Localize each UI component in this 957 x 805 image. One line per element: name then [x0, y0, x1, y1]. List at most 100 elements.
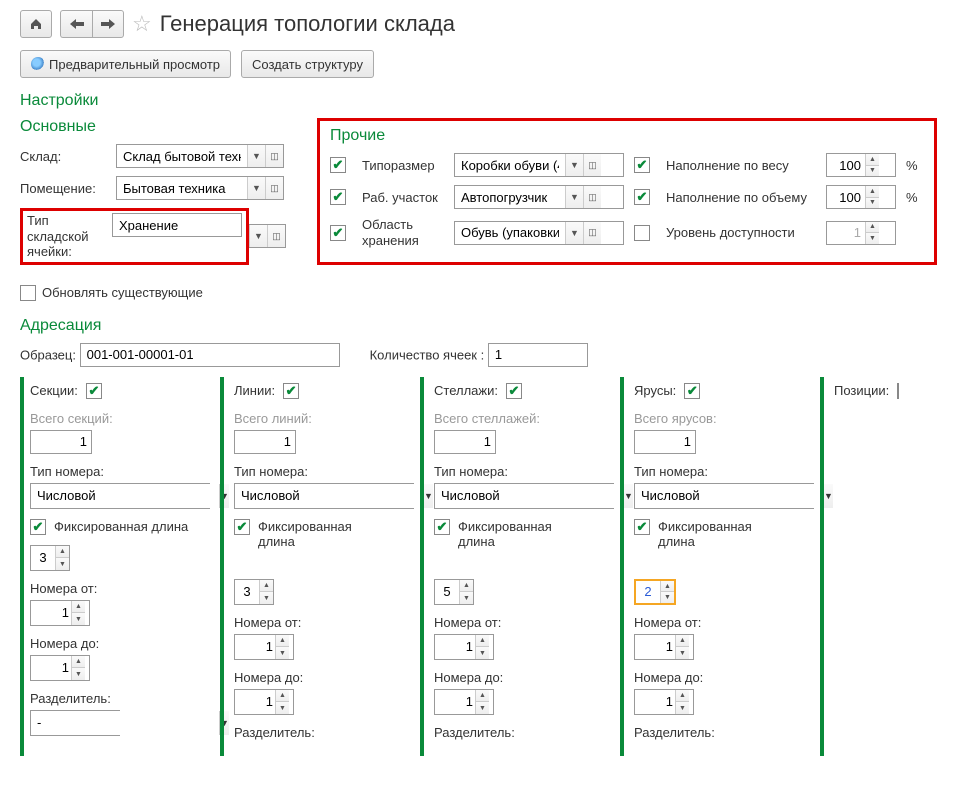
favorite-star-icon[interactable]: ☆	[132, 11, 152, 37]
spin-up-icon[interactable]: ▲	[661, 581, 674, 593]
levels-fixed-checkbox[interactable]	[634, 519, 650, 535]
lines-from-spin[interactable]: ▲▼	[234, 634, 294, 660]
fill-weight-value[interactable]	[827, 154, 865, 176]
spin-up-icon[interactable]: ▲	[276, 690, 289, 703]
zone-value[interactable]	[455, 222, 565, 244]
levels-numtype-select[interactable]: ▼	[634, 483, 814, 509]
area-value[interactable]	[455, 186, 565, 208]
size-open-icon[interactable]: ◫	[583, 154, 601, 176]
levels-checkbox[interactable]	[684, 383, 700, 399]
celltype-value[interactable]	[113, 214, 223, 236]
spin-up-icon[interactable]: ▲	[72, 656, 85, 669]
spin-down-icon[interactable]: ▼	[661, 592, 674, 603]
racks-checkbox[interactable]	[506, 383, 522, 399]
spin-up-icon[interactable]: ▲	[866, 186, 879, 198]
levels-fixed-len-spin[interactable]: ▲▼	[634, 579, 676, 605]
spin-down-icon[interactable]: ▼	[72, 668, 85, 680]
access-value[interactable]	[827, 222, 865, 244]
fill-volume-value[interactable]	[827, 186, 865, 208]
size-value[interactable]	[455, 154, 565, 176]
lines-fixed-len-spin[interactable]: ▲▼	[234, 579, 274, 605]
lines-fixed-checkbox[interactable]	[234, 519, 250, 535]
size-dropdown-icon[interactable]: ▼	[565, 154, 583, 176]
sample-input[interactable]	[80, 343, 340, 367]
racks-from-spin[interactable]: ▲▼	[434, 634, 494, 660]
spin-down-icon[interactable]: ▼	[476, 702, 489, 714]
spin-up-icon[interactable]: ▲	[56, 546, 69, 559]
area-open-icon[interactable]: ◫	[583, 186, 601, 208]
racks-total-input[interactable]	[434, 430, 496, 454]
fill-volume-checkbox[interactable]	[634, 189, 650, 205]
lines-total-input[interactable]	[234, 430, 296, 454]
area-input[interactable]: ▼◫	[454, 185, 624, 209]
spin-down-icon[interactable]: ▼	[866, 233, 879, 244]
area-dropdown-icon[interactable]: ▼	[565, 186, 583, 208]
spin-up-icon[interactable]: ▲	[276, 635, 289, 648]
zone-checkbox[interactable]	[330, 225, 346, 241]
fill-weight-spin[interactable]: ▲▼	[826, 153, 896, 177]
room-dropdown-icon[interactable]: ▼	[247, 177, 265, 199]
warehouse-value[interactable]	[117, 145, 247, 167]
sections-fixed-checkbox[interactable]	[30, 519, 46, 535]
spin-down-icon[interactable]: ▼	[676, 702, 689, 714]
sections-to-spin[interactable]: ▲▼	[30, 655, 90, 681]
sections-from-spin[interactable]: ▲▼	[30, 600, 90, 626]
back-button[interactable]	[60, 10, 92, 38]
fill-weight-checkbox[interactable]	[634, 157, 650, 173]
spin-up-icon[interactable]: ▲	[260, 580, 273, 593]
count-input[interactable]	[488, 343, 588, 367]
forward-button[interactable]	[92, 10, 124, 38]
spin-down-icon[interactable]: ▼	[276, 647, 289, 659]
size-checkbox[interactable]	[330, 157, 346, 173]
warehouse-dropdown-icon[interactable]: ▼	[247, 145, 265, 167]
levels-to-spin[interactable]: ▲▼	[634, 689, 694, 715]
spin-down-icon[interactable]: ▼	[260, 592, 273, 604]
update-existing-checkbox[interactable]	[20, 285, 36, 301]
spin-up-icon[interactable]: ▲	[476, 635, 489, 648]
spin-down-icon[interactable]: ▼	[866, 166, 879, 177]
racks-numtype-select[interactable]: ▼	[434, 483, 614, 509]
sections-sep-select[interactable]: ▼	[30, 710, 120, 736]
room-input[interactable]: ▼ ◫	[116, 176, 284, 200]
spin-up-icon[interactable]: ▲	[72, 601, 85, 614]
positions-checkbox[interactable]	[897, 383, 899, 399]
warehouse-open-icon[interactable]: ◫	[265, 145, 283, 167]
size-input[interactable]: ▼◫	[454, 153, 624, 177]
sections-checkbox[interactable]	[86, 383, 102, 399]
create-structure-button[interactable]: Создать структуру	[241, 50, 374, 78]
spin-down-icon[interactable]: ▼	[460, 592, 473, 604]
sections-numtype-select[interactable]: ▼	[30, 483, 210, 509]
fill-volume-spin[interactable]: ▲▼	[826, 185, 896, 209]
spin-up-icon[interactable]: ▲	[676, 690, 689, 703]
spin-down-icon[interactable]: ▼	[476, 647, 489, 659]
spin-up-icon[interactable]: ▲	[460, 580, 473, 593]
racks-to-spin[interactable]: ▲▼	[434, 689, 494, 715]
racks-fixed-checkbox[interactable]	[434, 519, 450, 535]
room-open-icon[interactable]: ◫	[265, 177, 283, 199]
levels-total-input[interactable]	[634, 430, 696, 454]
spin-up-icon[interactable]: ▲	[676, 635, 689, 648]
celltype-input[interactable]	[112, 213, 242, 237]
lines-numtype-select[interactable]: ▼	[234, 483, 414, 509]
celltype-open-icon[interactable]: ◫	[267, 225, 285, 247]
preview-button[interactable]: Предварительный просмотр	[20, 50, 231, 78]
sections-total-input[interactable]	[30, 430, 92, 454]
area-checkbox[interactable]	[330, 189, 346, 205]
sections-fixed-len-spin[interactable]: ▲▼	[30, 545, 70, 571]
spin-down-icon[interactable]: ▼	[276, 702, 289, 714]
access-checkbox[interactable]	[634, 225, 650, 241]
racks-fixed-len-spin[interactable]: ▲▼	[434, 579, 474, 605]
zone-open-icon[interactable]: ◫	[583, 222, 601, 244]
spin-down-icon[interactable]: ▼	[676, 647, 689, 659]
zone-dropdown-icon[interactable]: ▼	[565, 222, 583, 244]
spin-up-icon[interactable]: ▲	[476, 690, 489, 703]
home-button[interactable]	[20, 10, 52, 38]
spin-down-icon[interactable]: ▼	[56, 558, 69, 570]
lines-checkbox[interactable]	[283, 383, 299, 399]
access-spin[interactable]: ▲▼	[826, 221, 896, 245]
room-value[interactable]	[117, 177, 247, 199]
spin-up-icon[interactable]: ▲	[866, 222, 879, 234]
lines-to-spin[interactable]: ▲▼	[234, 689, 294, 715]
warehouse-input[interactable]: ▼ ◫	[116, 144, 284, 168]
spin-down-icon[interactable]: ▼	[72, 613, 85, 625]
